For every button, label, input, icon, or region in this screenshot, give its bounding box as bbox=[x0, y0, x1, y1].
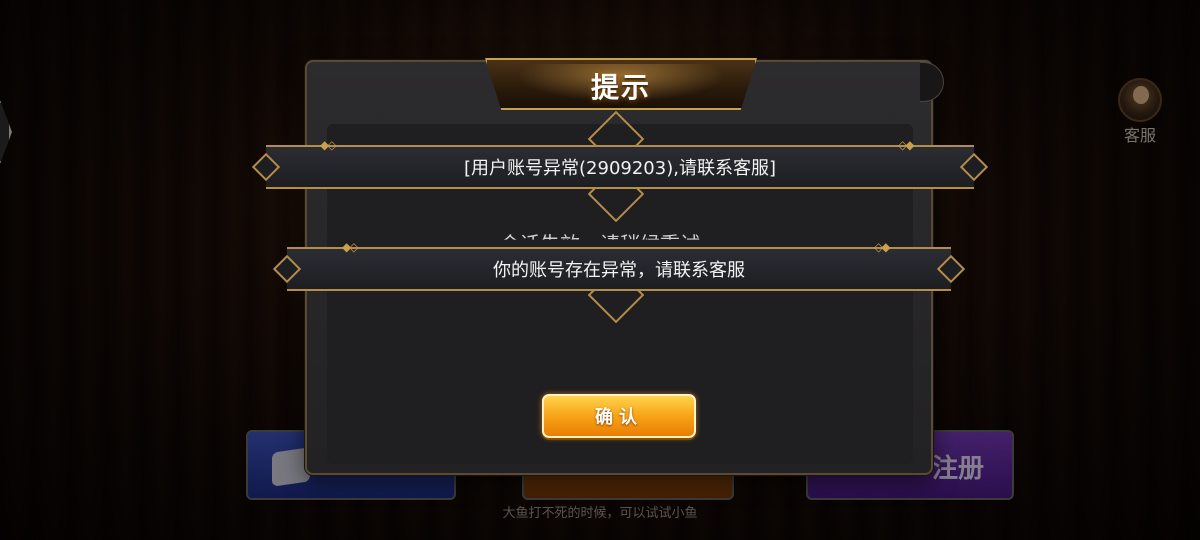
message-text-2: 你的账号存在异常，请联系客服 bbox=[493, 260, 745, 281]
message-text-1: [用户账号异常(2909203),请联系客服] bbox=[464, 158, 776, 179]
diamond-ornament-icon: ◆◇ bbox=[320, 138, 337, 152]
confirm-button[interactable]: 确认 bbox=[542, 394, 696, 438]
diamond-ornament-icon: ◆◇ bbox=[342, 240, 359, 254]
diamond-ornament-icon: ◇◆ bbox=[874, 240, 891, 254]
diamond-ornament-icon: ◇◆ bbox=[898, 138, 915, 152]
dialog-title: 提示 bbox=[590, 71, 651, 104]
message-banner-2: 你的账号存在异常，请联系客服 bbox=[287, 247, 951, 291]
message-banner-1: [用户账号异常(2909203),请联系客服] bbox=[266, 145, 974, 189]
